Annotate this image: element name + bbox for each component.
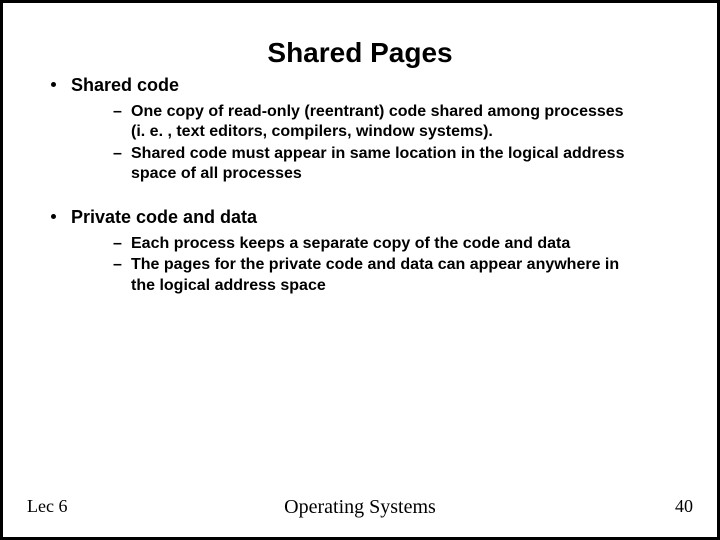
sub-bullet-text: The pages for the private code and data …: [131, 256, 619, 293]
bullet-label: Shared code: [71, 75, 179, 95]
sub-bullet: – Each process keeps a separate copy of …: [113, 234, 637, 254]
dash-icon: –: [113, 234, 122, 254]
sub-list: – One copy of read-only (reentrant) code…: [113, 102, 637, 185]
sub-bullet-text: Each process keeps a separate copy of th…: [131, 235, 570, 252]
bullet-private-code: Private code and data: [43, 207, 677, 228]
sub-list: – Each process keeps a separate copy of …: [113, 234, 637, 296]
footer: Lec 6 Operating Systems 40: [3, 496, 717, 519]
dash-icon: –: [113, 144, 122, 164]
footer-left: Lec 6: [27, 496, 67, 517]
bullet-label: Private code and data: [71, 207, 257, 227]
sub-bullet-text: Shared code must appear in same location…: [131, 145, 624, 182]
sub-bullet: – One copy of read-only (reentrant) code…: [113, 102, 637, 143]
dash-icon: –: [113, 255, 122, 275]
sub-bullet-text: One copy of read-only (reentrant) code s…: [131, 103, 624, 140]
footer-center: Operating Systems: [3, 496, 717, 519]
bullet-shared-code: Shared code: [43, 75, 677, 96]
sub-bullet: – Shared code must appear in same locati…: [113, 144, 637, 185]
bullet-dot-icon: [51, 214, 56, 219]
slide-title: Shared Pages: [43, 37, 677, 69]
sub-bullet: – The pages for the private code and dat…: [113, 255, 637, 296]
bullet-dot-icon: [51, 82, 56, 87]
slide: Shared Pages Shared code – One copy of r…: [0, 0, 720, 540]
dash-icon: –: [113, 102, 122, 122]
footer-page-number: 40: [675, 496, 693, 517]
